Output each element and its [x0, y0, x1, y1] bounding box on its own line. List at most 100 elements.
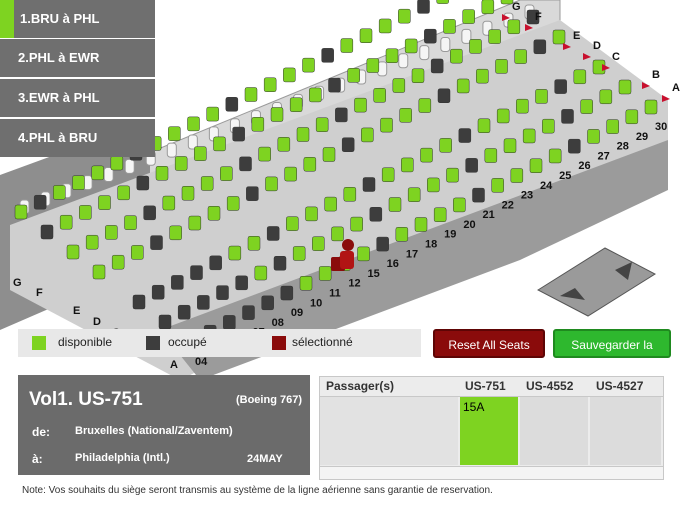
seat[interactable] [111, 254, 125, 270]
seat[interactable] [580, 99, 593, 114]
seat-cell-us4527[interactable] [590, 397, 661, 465]
seat[interactable] [381, 167, 395, 182]
seat[interactable] [411, 68, 425, 83]
seat[interactable] [533, 39, 547, 55]
seat[interactable] [190, 265, 203, 280]
seat[interactable] [246, 186, 259, 201]
seat[interactable] [265, 176, 278, 192]
seat[interactable] [433, 207, 447, 222]
seat[interactable] [462, 9, 475, 24]
seat[interactable] [398, 8, 411, 24]
seat[interactable] [436, 0, 449, 4]
seat[interactable] [420, 147, 433, 163]
seat[interactable] [568, 138, 581, 154]
seat[interactable] [542, 118, 555, 134]
seat[interactable] [516, 98, 529, 114]
seat[interactable] [465, 158, 478, 173]
seat[interactable] [514, 49, 527, 64]
seat[interactable] [385, 48, 399, 63]
seat[interactable] [72, 175, 85, 190]
seat[interactable] [59, 214, 73, 230]
seat[interactable] [491, 178, 504, 193]
seat[interactable] [318, 266, 332, 281]
seat[interactable] [40, 224, 54, 240]
seat[interactable] [496, 108, 510, 124]
seat[interactable] [437, 88, 451, 103]
seat-cell-us4552[interactable] [520, 397, 588, 465]
seat[interactable] [439, 138, 452, 153]
seat[interactable] [309, 87, 322, 103]
seat[interactable] [456, 78, 470, 94]
seat[interactable] [362, 177, 376, 192]
seat[interactable] [226, 196, 240, 211]
seat[interactable] [110, 155, 124, 171]
seat[interactable] [399, 108, 412, 123]
seat[interactable] [315, 117, 329, 132]
seat[interactable] [263, 77, 277, 92]
seat[interactable] [273, 256, 287, 271]
seat[interactable] [85, 234, 99, 250]
seat[interactable] [235, 275, 248, 291]
seat[interactable] [150, 235, 163, 250]
seat[interactable] [443, 19, 456, 34]
seat[interactable] [283, 67, 296, 83]
seat[interactable] [469, 39, 482, 54]
seat[interactable] [14, 204, 28, 220]
seat[interactable] [573, 69, 587, 85]
seat[interactable] [369, 207, 383, 222]
seat[interactable] [477, 118, 491, 133]
seat[interactable] [380, 117, 393, 133]
seat[interactable] [213, 136, 226, 152]
seat[interactable] [200, 176, 214, 191]
seat[interactable] [548, 148, 562, 164]
seat[interactable] [484, 148, 498, 163]
seat[interactable] [401, 157, 414, 173]
seat[interactable] [476, 68, 489, 84]
seat[interactable] [239, 156, 252, 172]
seat[interactable] [289, 97, 303, 112]
seat[interactable] [341, 137, 355, 152]
seat[interactable] [258, 146, 271, 162]
seat[interactable] [378, 18, 392, 34]
scroll-arrows-pad[interactable] [536, 247, 657, 317]
seat[interactable] [418, 98, 432, 113]
horizontal-scrollbar[interactable] [320, 466, 663, 479]
seat[interactable] [453, 197, 466, 213]
seat[interactable] [561, 109, 574, 124]
seat[interactable] [158, 314, 172, 330]
seat[interactable] [417, 0, 430, 14]
seat[interactable] [266, 226, 280, 241]
seat[interactable] [458, 128, 472, 143]
seat[interactable] [366, 58, 380, 73]
seat[interactable] [251, 117, 265, 132]
seat[interactable] [124, 215, 137, 230]
seat[interactable] [510, 168, 524, 183]
seat[interactable] [299, 276, 313, 291]
seat[interactable] [302, 57, 315, 73]
seat[interactable] [357, 246, 370, 262]
seat[interactable] [169, 225, 182, 241]
seat[interactable] [242, 305, 255, 320]
seat[interactable] [354, 97, 367, 113]
seat[interactable] [305, 206, 318, 222]
save-button[interactable]: Sauvegarder la [553, 329, 671, 358]
seat[interactable] [270, 107, 284, 122]
seat[interactable] [331, 226, 344, 242]
seat[interactable] [197, 295, 210, 310]
seat[interactable] [171, 275, 184, 290]
seat[interactable] [225, 97, 239, 112]
seat[interactable] [618, 79, 632, 95]
seat[interactable] [117, 185, 130, 201]
seat[interactable] [322, 147, 336, 162]
seat[interactable] [244, 87, 258, 102]
seat[interactable] [162, 195, 176, 211]
seat[interactable] [143, 205, 156, 221]
seat[interactable] [343, 187, 357, 202]
seat[interactable] [424, 28, 437, 44]
seat[interactable] [174, 156, 188, 171]
seat[interactable] [187, 116, 200, 132]
seat[interactable] [33, 194, 47, 210]
seat[interactable] [207, 206, 221, 221]
seat[interactable] [552, 29, 566, 45]
reset-all-seats-button[interactable]: Reset All Seats [433, 329, 545, 358]
